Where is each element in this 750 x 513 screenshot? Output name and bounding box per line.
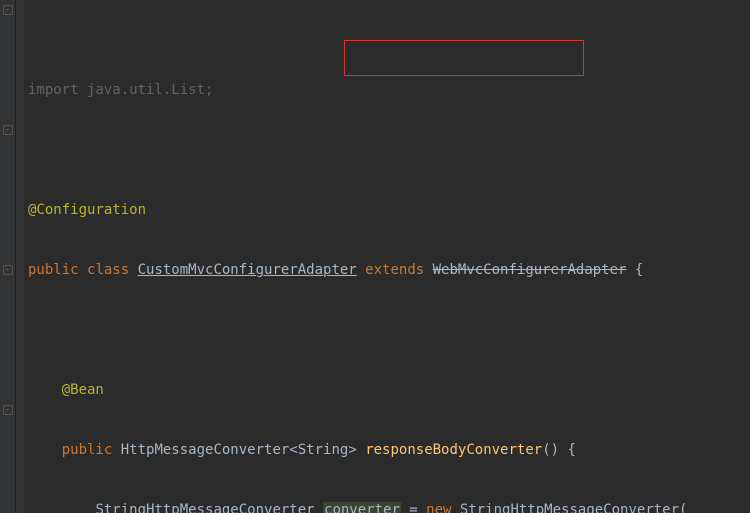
code-line: import java.util.List; <box>28 80 750 100</box>
token-annotation: @Bean <box>62 382 104 398</box>
fold-icon[interactable]: - <box>3 405 13 415</box>
token-type: java.util.List; <box>87 82 213 98</box>
gutter-spacer <box>16 0 24 513</box>
token-keyword: import <box>28 82 87 98</box>
token-brace: { <box>626 262 643 278</box>
code-line: @Configuration <box>28 200 750 220</box>
token-type: String <box>298 442 349 458</box>
token-ctor: StringHttpMessageConverter( <box>460 502 688 513</box>
token-paren: () { <box>542 442 576 458</box>
token-type: > <box>348 442 365 458</box>
token-keyword: class <box>87 262 138 278</box>
code-line: public class CustomMvcConfigurerAdapter … <box>28 260 750 280</box>
token-keyword: public <box>62 442 121 458</box>
code-line: StringHttpMessageConverter converter = n… <box>28 500 750 513</box>
fold-icon[interactable]: - <box>3 125 13 135</box>
token-keyword: public <box>28 262 87 278</box>
highlight-box <box>344 40 584 76</box>
token-keyword: new <box>426 502 460 513</box>
token-method: responseBodyConverter <box>365 442 542 458</box>
token-type: HttpMessageConverter< <box>121 442 298 458</box>
code-line: @Bean <box>28 380 750 400</box>
code-content[interactable]: import java.util.List; @Configuration pu… <box>24 0 750 513</box>
token-op: = <box>401 502 426 513</box>
code-line: public HttpMessageConverter<String> resp… <box>28 440 750 460</box>
token-class: CustomMvcConfigurerAdapter <box>138 262 357 278</box>
fold-icon[interactable]: - <box>3 5 13 15</box>
token-annotation: @Configuration <box>28 202 146 218</box>
token-type: StringHttpMessageConverter <box>95 502 323 513</box>
code-editor: - - - - import java.util.List; @Configur… <box>0 0 750 513</box>
token-keyword: extends <box>357 262 433 278</box>
fold-icon[interactable]: - <box>3 265 13 275</box>
token-variable: converter <box>323 502 401 513</box>
gutter: - - - - <box>0 0 16 513</box>
token-deprecated-class: WebMvcConfigurerAdapter <box>433 262 627 278</box>
